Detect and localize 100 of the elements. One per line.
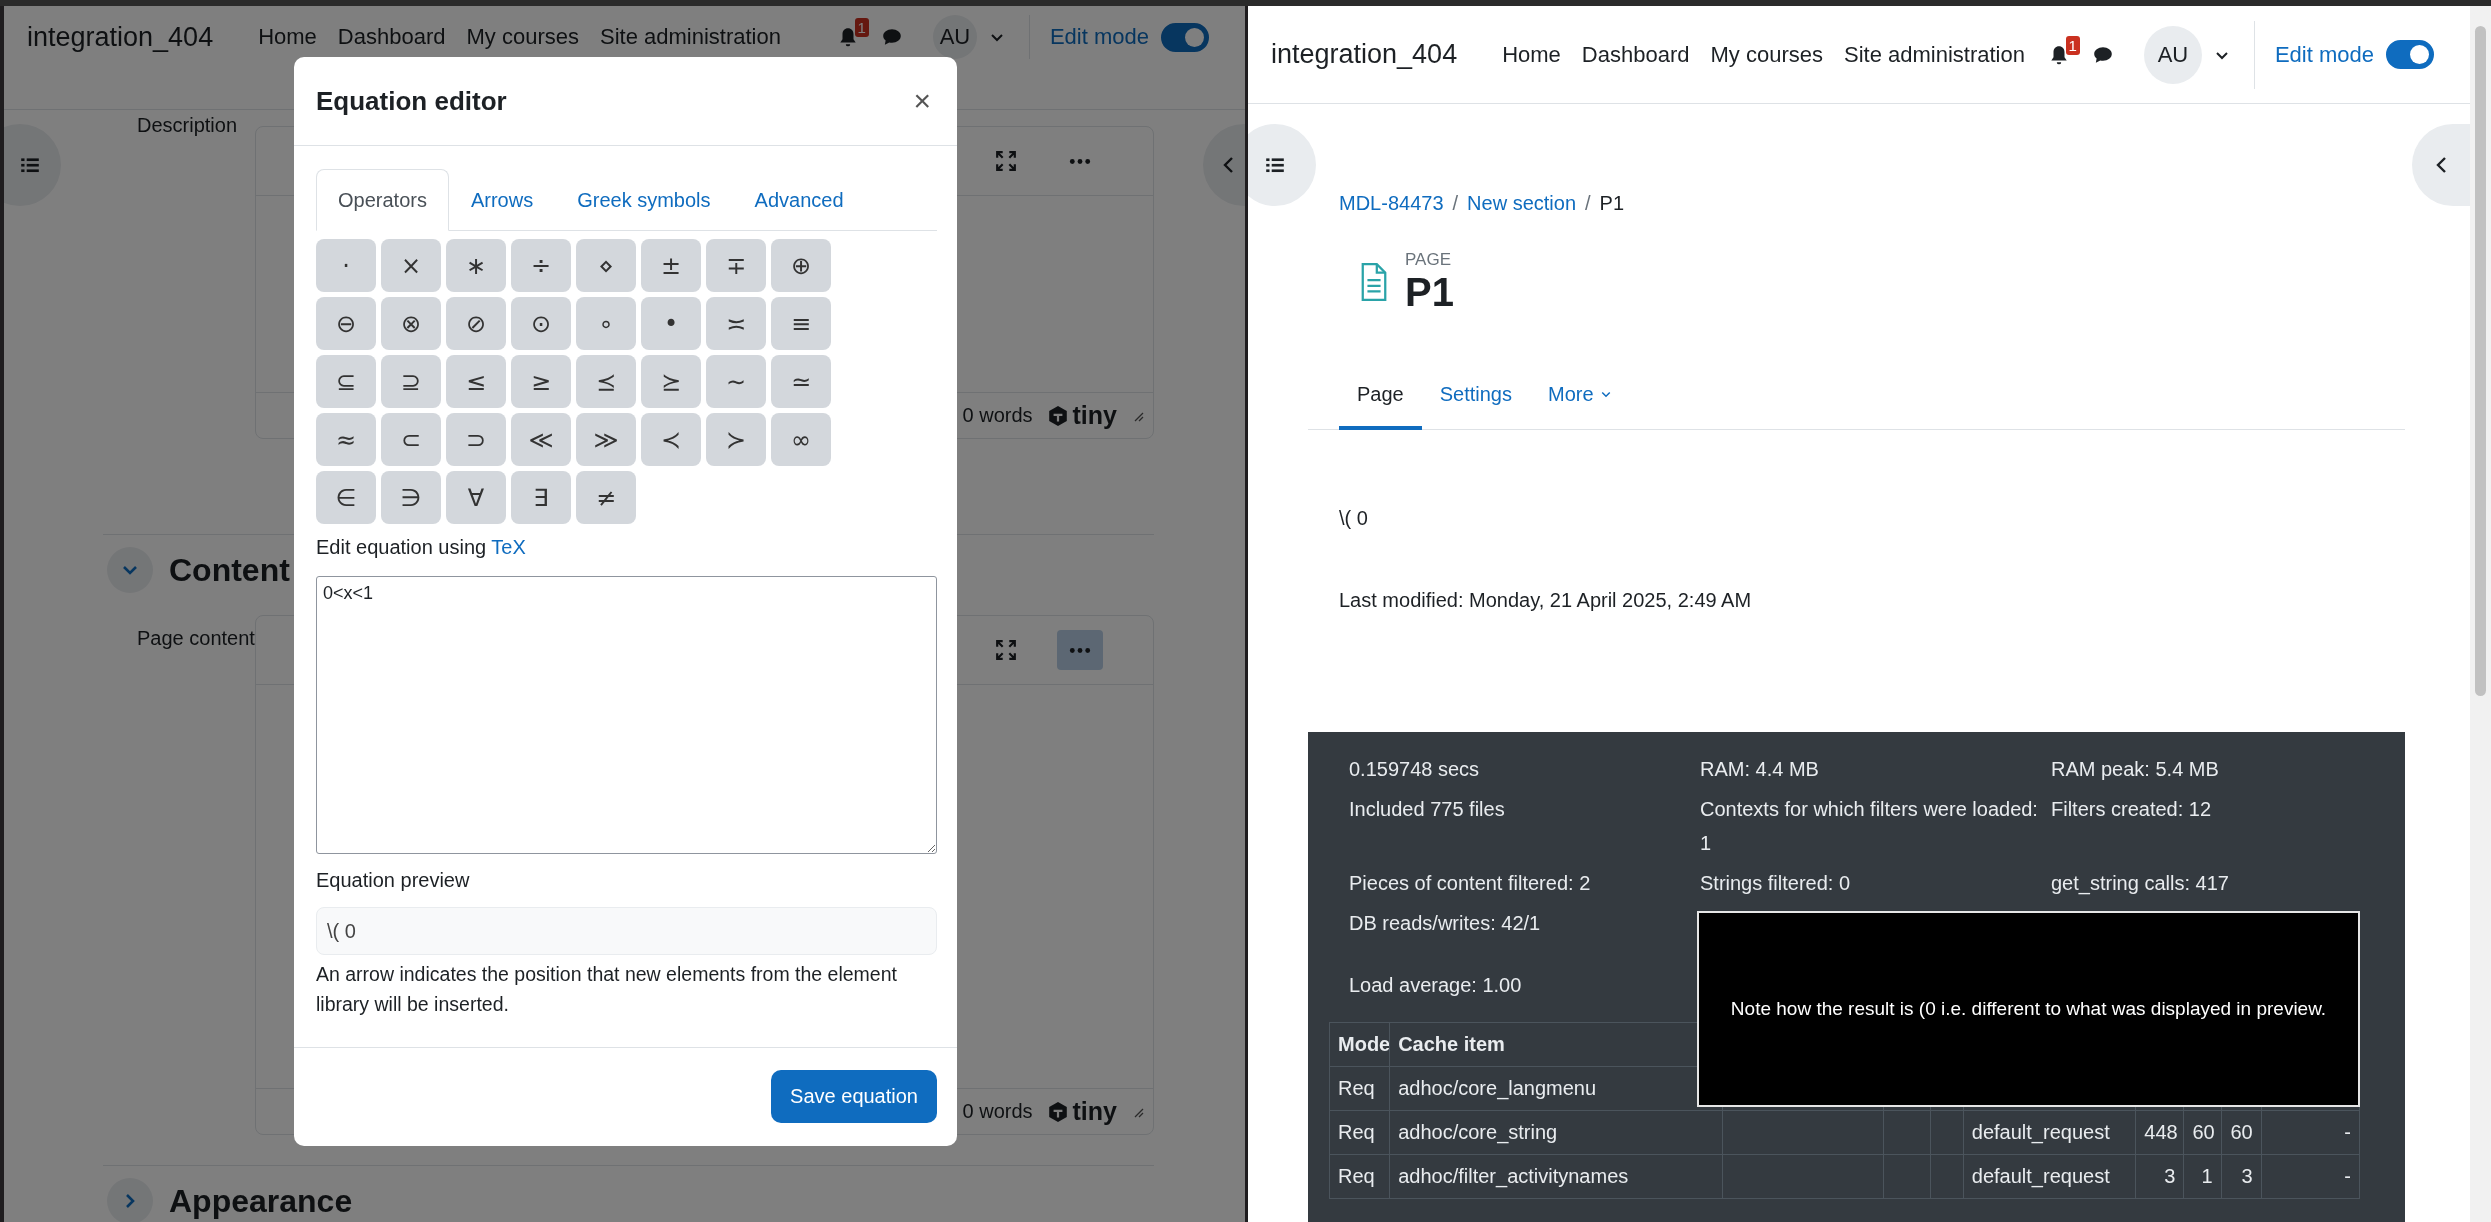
- symbol-button[interactable]: ∋: [381, 471, 441, 524]
- breadcrumb-separator: /: [1452, 191, 1459, 215]
- modal-title: Equation editor: [316, 85, 507, 117]
- symbol-button[interactable]: ⊇: [381, 355, 441, 408]
- tiny-logo-icon: [1046, 404, 1069, 427]
- save-button[interactable]: Save equation: [771, 1070, 937, 1123]
- symbol-button[interactable]: ≫: [576, 413, 636, 466]
- symbol-button[interactable]: ≃: [771, 355, 831, 408]
- symbol-button[interactable]: ∓: [706, 239, 766, 292]
- symbol-button[interactable]: ∘: [576, 297, 636, 350]
- symbol-button[interactable]: ∼: [706, 355, 766, 408]
- site-name[interactable]: integration_404: [1271, 39, 1458, 70]
- symbol-button[interactable]: ≈: [316, 413, 376, 466]
- table-cell: default_request: [1963, 1154, 2136, 1199]
- nav-link[interactable]: My courses: [1710, 41, 1823, 68]
- nav-link[interactable]: Home: [258, 24, 317, 50]
- table-cell: 60: [2183, 1110, 2222, 1155]
- symbol-button[interactable]: ≺: [641, 413, 701, 466]
- symbol-button[interactable]: ≥: [511, 355, 571, 408]
- tab[interactable]: Page: [1339, 360, 1422, 430]
- document-icon: [1359, 261, 1389, 303]
- word-count: 0 words: [962, 1100, 1033, 1123]
- table-cell: Req: [1329, 1110, 1390, 1155]
- symbol-button[interactable]: ⪰: [641, 355, 701, 408]
- symbol-button[interactable]: ⊕: [771, 239, 831, 292]
- user-avatar[interactable]: AU: [932, 15, 977, 59]
- symbol-button[interactable]: ÷: [511, 239, 571, 292]
- stat-text: RAM peak: 5.4 MB: [2051, 757, 2220, 782]
- scrollbar[interactable]: [2470, 6, 2491, 1222]
- symbol-button[interactable]: ±: [641, 239, 701, 292]
- section-toggle[interactable]: [107, 547, 153, 593]
- preview-label: Equation preview: [316, 868, 471, 892]
- tab[interactable]: Settings: [1421, 360, 1530, 430]
- tab[interactable]: More: [1530, 360, 1630, 430]
- symbol-button[interactable]: ⋄: [576, 239, 636, 292]
- tab[interactable]: Operators: [316, 169, 449, 231]
- activity-type: PAGE: [1405, 250, 1452, 270]
- symbol-button[interactable]: ⊖: [316, 297, 376, 350]
- more-icon: [1069, 157, 1091, 165]
- stat-text: Load average: 1.00: [1349, 973, 1523, 998]
- symbol-button[interactable]: ⊆: [316, 355, 376, 408]
- field-label: Description: [136, 113, 239, 138]
- symbol-button[interactable]: ≠: [576, 471, 636, 524]
- section-heading: Content: [169, 551, 290, 589]
- breadcrumb-link[interactable]: New section: [1467, 191, 1576, 215]
- close-button[interactable]: ×: [909, 84, 935, 118]
- stat-text: DB reads/writes: 42/1: [1349, 911, 1542, 936]
- stat-text: Contexts for which filters were loaded: 1: [1700, 797, 2039, 856]
- fullscreen-icon[interactable]: [995, 639, 1017, 661]
- tab[interactable]: Advanced: [732, 169, 866, 231]
- table-cell: 3: [2221, 1154, 2262, 1199]
- drawer-toggle[interactable]: [2412, 124, 2470, 206]
- equation-input[interactable]: 0<x<1: [316, 576, 937, 854]
- symbol-button[interactable]: ≪: [511, 413, 571, 466]
- user-avatar[interactable]: AU: [2143, 25, 2202, 84]
- table-cell: Req: [1329, 1066, 1390, 1111]
- symbol-button[interactable]: ⊙: [511, 297, 571, 350]
- edit-mode-toggle[interactable]: [1161, 22, 1209, 52]
- column-header: Mode: [1329, 1022, 1390, 1067]
- nav-link[interactable]: Home: [1502, 41, 1561, 68]
- symbol-button[interactable]: ∞: [771, 413, 831, 466]
- more-button[interactable]: [1057, 630, 1103, 670]
- symbol-button[interactable]: ≻: [706, 413, 766, 466]
- tex-link[interactable]: TeX: [491, 536, 526, 558]
- nav-link[interactable]: Dashboard: [337, 24, 446, 50]
- stat-text: Pieces of content filtered: 2: [1349, 871, 1592, 896]
- stat-text: RAM: 4.4 MB: [1700, 757, 1820, 782]
- drawer-toggle[interactable]: [1248, 124, 1316, 206]
- symbol-button[interactable]: ∀: [446, 471, 506, 524]
- fullscreen-icon[interactable]: [995, 150, 1017, 172]
- symbol-button[interactable]: ≍: [706, 297, 766, 350]
- nav-link[interactable]: Site administration: [1843, 41, 2025, 68]
- symbol-button[interactable]: ≡: [771, 297, 831, 350]
- nav-link[interactable]: My courses: [466, 24, 579, 50]
- symbol-button[interactable]: ∃: [511, 471, 571, 524]
- stat-text: Included 775 files: [1349, 797, 1506, 822]
- symbol-button[interactable]: ∈: [316, 471, 376, 524]
- site-name[interactable]: integration_404: [27, 21, 214, 53]
- symbol-button[interactable]: ⪯: [576, 355, 636, 408]
- symbol-button[interactable]: ∗: [446, 239, 506, 292]
- brand-text: tiny: [1072, 401, 1117, 430]
- nav-link[interactable]: Dashboard: [1581, 41, 1690, 68]
- symbol-button[interactable]: ≤: [446, 355, 506, 408]
- symbol-button[interactable]: ⊃: [446, 413, 506, 466]
- symbol-button[interactable]: ⊂: [381, 413, 441, 466]
- edit-mode-toggle[interactable]: [2386, 40, 2434, 69]
- symbol-button[interactable]: ·: [316, 239, 376, 292]
- symbol-button[interactable]: ⊘: [446, 297, 506, 350]
- symbol-button[interactable]: ×: [381, 239, 441, 292]
- equation-preview: \( 0: [316, 907, 937, 955]
- section-toggle[interactable]: [107, 1178, 153, 1222]
- nav-link[interactable]: Site administration: [599, 24, 781, 50]
- symbol-button[interactable]: ⊗: [381, 297, 441, 350]
- page-content-text: \( 0: [1338, 506, 1369, 530]
- breadcrumb-link[interactable]: MDL-84473: [1339, 191, 1444, 215]
- tab[interactable]: Arrows: [448, 169, 556, 231]
- table-cell: adhoc/filter_activitynames: [1389, 1154, 1723, 1199]
- tab[interactable]: Greek symbols: [555, 169, 733, 231]
- symbol-button[interactable]: •: [641, 297, 701, 350]
- last-modified-text: Last modified: Monday, 21 April 2025, 2:49 AM: [1338, 588, 1753, 612]
